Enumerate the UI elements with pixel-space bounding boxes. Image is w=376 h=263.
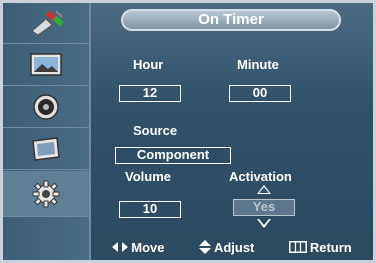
picture-screen-icon <box>30 53 62 76</box>
source-field[interactable]: Component <box>115 147 231 164</box>
source-label: Source <box>133 123 178 138</box>
help-return: Return <box>288 239 352 255</box>
page-title: On Timer <box>121 9 341 31</box>
volume-label: Volume <box>125 169 171 184</box>
speaker-sound-icon <box>33 94 59 120</box>
minute-label: Minute <box>237 57 279 72</box>
sidebar-item-input[interactable] <box>3 3 89 44</box>
sidebar-item-setup[interactable] <box>3 171 89 217</box>
minute-field[interactable]: 00 <box>229 85 291 102</box>
up-down-arrows-icon <box>198 240 211 254</box>
help-move: Move <box>112 240 164 255</box>
menu-return-icon <box>288 241 307 253</box>
volume-field[interactable]: 10 <box>119 201 181 218</box>
help-adjust: Adjust <box>198 239 255 255</box>
menu-sidebar <box>3 3 91 260</box>
help-adjust-label: Adjust <box>213 239 255 255</box>
activation-down-arrow-icon[interactable] <box>257 219 271 228</box>
left-right-arrows-icon <box>112 242 129 252</box>
activation-field[interactable]: Yes <box>233 199 295 216</box>
on-timer-osd: On Timer Hour 12 Minute 00 Source Compon… <box>0 0 376 263</box>
timer-panel: On Timer Hour 12 Minute 00 Source Compon… <box>91 3 373 260</box>
sidebar-item-sound[interactable] <box>3 87 89 128</box>
gear-setup-icon <box>32 180 60 207</box>
sidebar-item-channel[interactable] <box>3 129 89 170</box>
help-return-label: Return <box>309 239 352 255</box>
activation-up-arrow-icon[interactable] <box>257 185 271 194</box>
hour-label: Hour <box>133 57 164 72</box>
help-move-label: Move <box>131 239 165 255</box>
sidebar-item-picture[interactable] <box>3 45 89 86</box>
antenna-plug-icon <box>31 10 64 36</box>
activation-label: Activation <box>229 169 292 184</box>
hour-field[interactable]: 12 <box>119 85 181 102</box>
channel-screen-icon <box>32 137 60 161</box>
help-bar: Move Adjust Return <box>91 234 373 260</box>
